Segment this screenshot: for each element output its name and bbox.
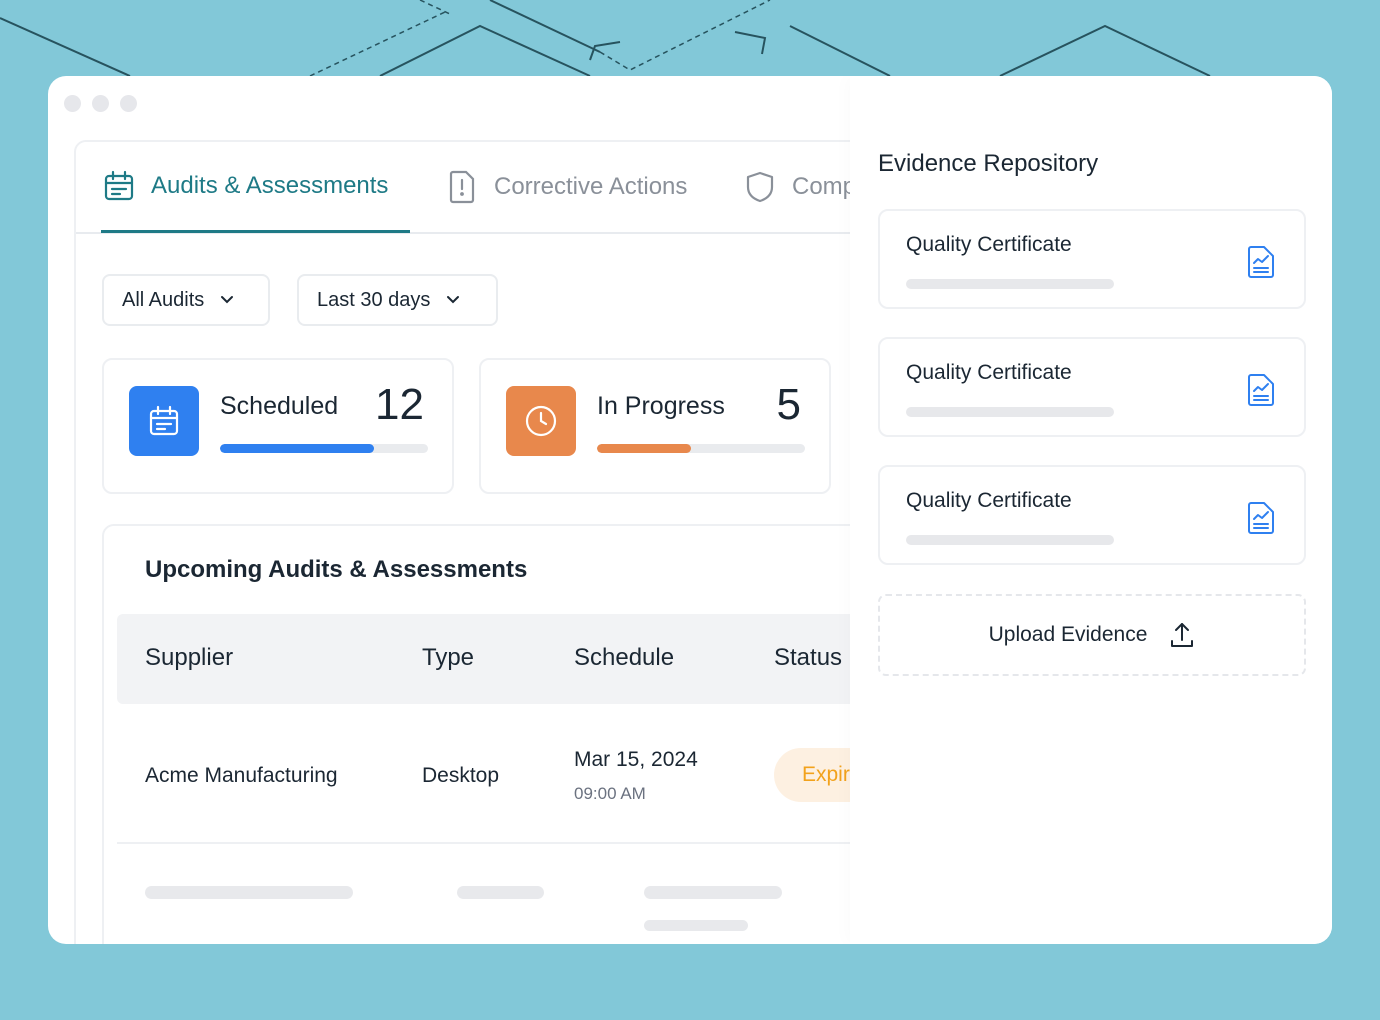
document-chart-icon[interactable]: [1246, 245, 1276, 279]
chevron-down-icon: [221, 296, 234, 304]
skeleton-bar: [145, 886, 353, 899]
app-window: Audits & Assessments Corrective Actions …: [48, 76, 1332, 944]
scheduled-label: Scheduled: [220, 392, 339, 420]
evidence-repository-panel: Evidence Repository Quality Certificate …: [850, 76, 1332, 944]
scheduled-progress-track: [220, 444, 428, 453]
tab-label: Comp: [792, 173, 857, 200]
schedule-time: 09:00 AM: [574, 784, 646, 803]
column-header-status[interactable]: Status: [774, 644, 842, 672]
table-header: Supplier Type Schedule Status: [117, 614, 917, 704]
type-cell: Desktop: [422, 764, 500, 787]
window-minimize-dot[interactable]: [92, 95, 109, 112]
in-progress-count: 5: [776, 380, 801, 429]
date-range-value: Last 30 days: [317, 288, 431, 311]
evidence-name: Quality Certificate: [906, 233, 1072, 256]
window-close-dot[interactable]: [64, 95, 81, 112]
audit-filter-value: All Audits: [122, 288, 205, 311]
schedule-date: Mar 15, 2024: [574, 748, 698, 771]
alert-document-icon: [449, 170, 475, 204]
date-range-dropdown[interactable]: Last 30 days: [297, 274, 498, 326]
table-title: Upcoming Audits & Assessments: [145, 556, 528, 583]
upload-icon: [1171, 623, 1194, 647]
column-header-schedule[interactable]: Schedule: [574, 644, 674, 672]
evidence-progress-bar: [906, 407, 1114, 417]
scheduled-count: 12: [375, 380, 424, 429]
row-divider: [117, 842, 917, 844]
tab-corrective-actions[interactable]: Corrective Actions: [446, 170, 687, 204]
upload-label: Upload Evidence: [988, 623, 1148, 646]
tab-label: Audits & Assessments: [151, 172, 389, 199]
in-progress-stat-card[interactable]: In Progress 5: [479, 358, 831, 494]
scheduled-progress-fill: [220, 444, 374, 453]
tab-compliance[interactable]: Comp: [744, 170, 856, 204]
skeleton-bar: [644, 886, 782, 899]
audit-filter-dropdown[interactable]: All Audits: [102, 274, 270, 326]
evidence-name: Quality Certificate: [906, 489, 1072, 512]
evidence-progress-bar: [906, 279, 1114, 289]
skeleton-bar: [457, 886, 544, 899]
evidence-progress-bar: [906, 535, 1114, 545]
skeleton-bar: [644, 920, 748, 931]
scheduled-stat-card[interactable]: Scheduled 12: [102, 358, 454, 494]
active-tab-indicator: [101, 230, 410, 233]
column-header-supplier[interactable]: Supplier: [145, 644, 233, 672]
column-header-type[interactable]: Type: [422, 644, 474, 672]
in-progress-label: In Progress: [597, 392, 725, 420]
document-chart-icon[interactable]: [1246, 501, 1276, 535]
tab-bar: Audits & Assessments Corrective Actions …: [76, 142, 876, 234]
tab-label: Corrective Actions: [494, 173, 688, 200]
calendar-icon: [129, 386, 199, 456]
window-controls: [64, 95, 137, 112]
supplier-cell: Acme Manufacturing: [145, 764, 338, 787]
in-progress-progress-track: [597, 444, 805, 453]
evidence-item[interactable]: Quality Certificate: [878, 465, 1306, 565]
evidence-item[interactable]: Quality Certificate: [878, 337, 1306, 437]
clock-icon: [506, 386, 576, 456]
in-progress-progress-fill: [597, 444, 691, 453]
panel-title: Evidence Repository: [878, 150, 1099, 177]
calendar-icon: [104, 170, 134, 201]
evidence-item[interactable]: Quality Certificate: [878, 209, 1306, 309]
upcoming-audits-table: Upcoming Audits & Assessments Supplier T…: [102, 524, 924, 944]
evidence-name: Quality Certificate: [906, 361, 1072, 384]
document-chart-icon[interactable]: [1246, 373, 1276, 407]
upload-evidence-button[interactable]: Upload Evidence: [878, 594, 1306, 676]
shield-icon: [746, 171, 774, 203]
audits-panel: Audits & Assessments Corrective Actions …: [74, 140, 924, 944]
tab-audits-assessments[interactable]: Audits & Assessments: [103, 170, 388, 202]
chevron-down-icon: [447, 296, 460, 304]
window-maximize-dot[interactable]: [120, 95, 137, 112]
